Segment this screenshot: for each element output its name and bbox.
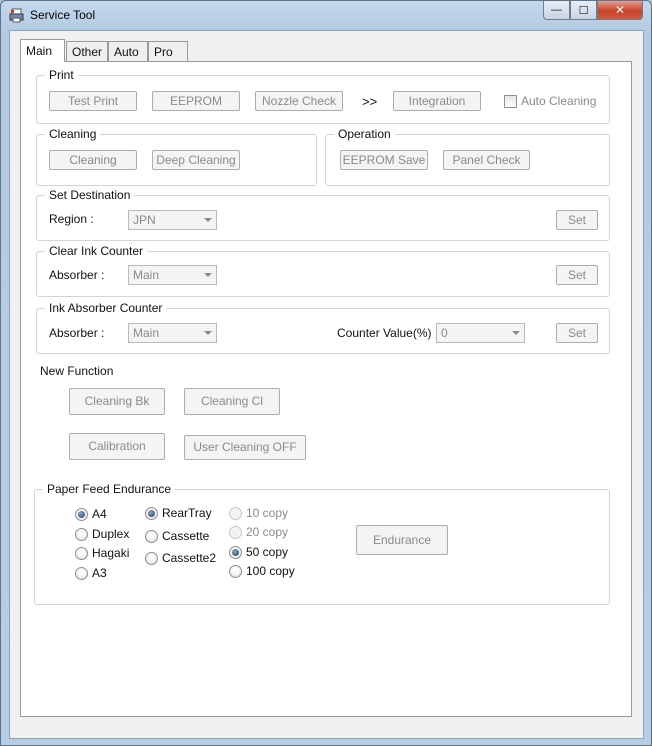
tab-auto[interactable]: Auto bbox=[108, 41, 148, 61]
title-bar[interactable]: Service Tool — ☐ ✕ bbox=[1, 1, 651, 29]
new-function-label: New Function bbox=[40, 364, 114, 378]
tab-pro[interactable]: Pro bbox=[148, 41, 188, 61]
deep-cleaning-button[interactable]: Deep Cleaning bbox=[152, 150, 240, 170]
region-value: JPN bbox=[133, 213, 156, 227]
arrows-indicator: >> bbox=[362, 94, 378, 109]
tray-label-reartray: RearTray bbox=[162, 506, 212, 520]
copies-radio-100[interactable] bbox=[229, 565, 242, 578]
cleaning-bk-button[interactable]: Cleaning Bk bbox=[69, 388, 165, 415]
set-destination-group-label: Set Destination bbox=[45, 188, 135, 202]
size-radio-a4[interactable] bbox=[75, 508, 88, 521]
region-label: Region : bbox=[49, 212, 94, 226]
size-label-a4: A4 bbox=[92, 507, 107, 521]
printer-app-icon bbox=[9, 8, 24, 23]
chevron-down-icon bbox=[204, 331, 212, 335]
calibration-button[interactable]: Calibration bbox=[69, 433, 165, 460]
paper-feed-endurance-group-label: Paper Feed Endurance bbox=[43, 482, 176, 496]
copies-label-20: 20 copy bbox=[246, 525, 289, 539]
window-frame: Service Tool — ☐ ✕ Main Other Auto Pro P… bbox=[0, 0, 652, 746]
clear-ink-counter-group-label: Clear Ink Counter bbox=[45, 244, 148, 258]
cleaning-group-label: Cleaning bbox=[45, 127, 101, 141]
copies-radio-20[interactable] bbox=[229, 526, 242, 539]
ink-absorber-counter-set-button[interactable]: Set bbox=[556, 323, 598, 343]
size-label-hagaki: Hagaki bbox=[92, 546, 130, 560]
size-radio-hagaki[interactable] bbox=[75, 547, 88, 560]
copies-radio-10[interactable] bbox=[229, 507, 242, 520]
tab-main[interactable]: Main bbox=[20, 39, 65, 62]
eeprom-button[interactable]: EEPROM bbox=[152, 91, 240, 111]
tray-label-cassette: Cassette bbox=[162, 529, 210, 543]
clear-absorber-select[interactable]: Main bbox=[128, 265, 217, 285]
auto-cleaning-label: Auto Cleaning bbox=[521, 94, 597, 108]
integration-button[interactable]: Integration bbox=[393, 91, 481, 111]
operation-group: Operation EEPROM Save Panel Check bbox=[325, 127, 610, 186]
absorber-counter-select[interactable]: Main bbox=[128, 323, 217, 343]
close-button[interactable]: ✕ bbox=[597, 1, 643, 20]
user-cleaning-off-button[interactable]: User Cleaning OFF bbox=[184, 435, 306, 460]
size-radio-a3[interactable] bbox=[75, 567, 88, 580]
window-title: Service Tool bbox=[30, 8, 96, 22]
counter-value-select[interactable]: 0 bbox=[436, 323, 525, 343]
copies-radio-50[interactable] bbox=[229, 546, 242, 559]
clear-ink-counter-group: Clear Ink Counter Absorber : Main Set bbox=[36, 244, 610, 297]
copies-label-10: 10 copy bbox=[246, 506, 289, 520]
print-group-label: Print bbox=[45, 68, 78, 82]
print-group: Print Test Print EEPROM Nozzle Check >> … bbox=[36, 68, 610, 124]
tray-radio-cassette[interactable] bbox=[145, 530, 158, 543]
endurance-button[interactable]: Endurance bbox=[356, 525, 448, 555]
cleaning-group: Cleaning Cleaning Deep Cleaning bbox=[36, 127, 317, 186]
counter-value-label: Counter Value(%) : bbox=[337, 326, 439, 340]
absorber-label: Absorber : bbox=[49, 268, 105, 282]
main-tab-panel: Print Test Print EEPROM Nozzle Check >> … bbox=[20, 61, 632, 717]
counter-value: 0 bbox=[441, 326, 448, 340]
chevron-down-icon bbox=[204, 218, 212, 222]
tray-label-cassette2: Cassette2 bbox=[162, 551, 217, 565]
cleaning-button[interactable]: Cleaning bbox=[49, 150, 137, 170]
absorber-label: Absorber : bbox=[49, 326, 105, 340]
chevron-down-icon bbox=[512, 331, 520, 335]
set-destination-group: Set Destination Region : JPN Set bbox=[36, 188, 610, 241]
chevron-down-icon bbox=[204, 273, 212, 277]
eeprom-save-button[interactable]: EEPROM Save bbox=[340, 150, 428, 170]
ink-absorber-counter-group-label: Ink Absorber Counter bbox=[45, 301, 167, 315]
copies-label-100: 100 copy bbox=[246, 564, 295, 578]
size-label-a3: A3 bbox=[92, 566, 107, 580]
region-select[interactable]: JPN bbox=[128, 210, 217, 230]
absorber-counter-value: Main bbox=[133, 326, 160, 340]
auto-cleaning-checkbox[interactable] bbox=[504, 95, 517, 108]
tray-radio-reartray[interactable] bbox=[145, 507, 158, 520]
cleaning-cl-button[interactable]: Cleaning Cl bbox=[184, 388, 280, 415]
panel-check-button[interactable]: Panel Check bbox=[443, 150, 530, 170]
copies-label-50: 50 copy bbox=[246, 545, 289, 559]
size-label-duplex: Duplex bbox=[92, 527, 130, 541]
tray-radio-cassette2[interactable] bbox=[145, 552, 158, 565]
client-area: Main Other Auto Pro Print Test Print EEP… bbox=[9, 30, 644, 739]
clear-absorber-value: Main bbox=[133, 268, 160, 282]
test-print-button[interactable]: Test Print bbox=[49, 91, 137, 111]
nozzle-check-button[interactable]: Nozzle Check bbox=[255, 91, 343, 111]
ink-absorber-counter-group: Ink Absorber Counter Absorber : Main Cou… bbox=[36, 301, 610, 354]
operation-group-label: Operation bbox=[334, 127, 395, 141]
paper-feed-endurance-group: Paper Feed Endurance A4 Duplex Hagaki A3… bbox=[34, 482, 610, 605]
minimize-button[interactable]: — bbox=[543, 1, 570, 20]
maximize-button[interactable]: ☐ bbox=[570, 1, 597, 20]
set-destination-set-button[interactable]: Set bbox=[556, 210, 598, 230]
tab-other[interactable]: Other bbox=[66, 41, 108, 61]
clear-ink-counter-set-button[interactable]: Set bbox=[556, 265, 598, 285]
size-radio-duplex[interactable] bbox=[75, 528, 88, 541]
